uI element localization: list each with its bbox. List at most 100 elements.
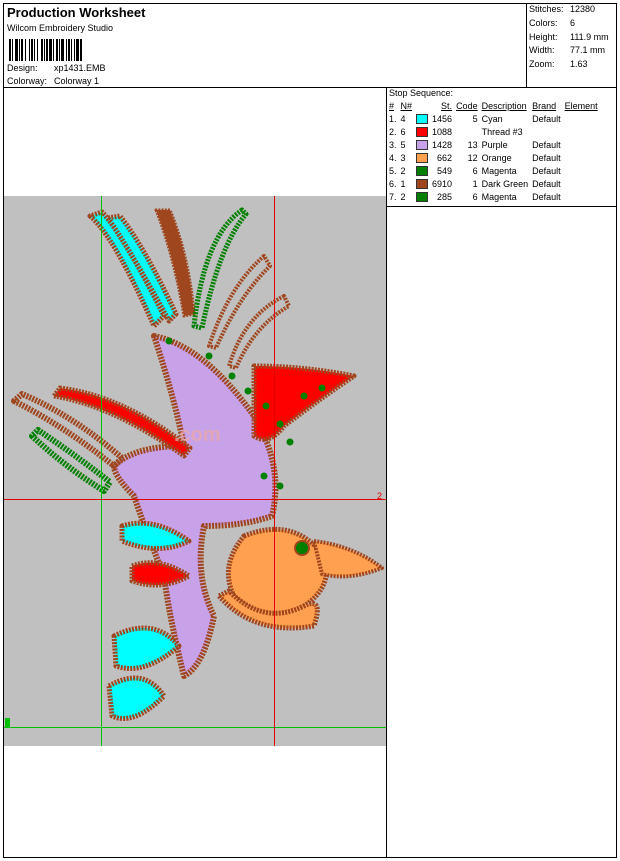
col-index: # <box>389 101 395 111</box>
stat-stitches: Stitches: 12380 <box>529 4 596 14</box>
row-element <box>563 151 600 164</box>
color-swatch <box>414 151 430 164</box>
row-stitches: 285 <box>437 191 453 202</box>
row-index: 4. <box>389 152 397 163</box>
row-code: 6 <box>472 191 478 202</box>
colorway-value: Colorway 1 <box>54 76 100 86</box>
table-row: 4. 3 662 12 Orange Default <box>387 151 600 164</box>
table-row: 6. 1 6910 1 Dark Green Default <box>387 177 600 190</box>
colorway-row: Colorway: Colorway 1 <box>7 76 99 86</box>
green-guide-horizontal <box>4 727 386 728</box>
row-description: Dark Green <box>481 178 529 189</box>
row-description: Thread #3 <box>481 126 523 137</box>
row-index: 5. <box>389 165 397 176</box>
table-row: 2. 6 1088 Thread #3 <box>387 125 600 138</box>
color-swatch <box>414 112 430 125</box>
row-needle: 5 <box>400 139 406 150</box>
row-stitches: 549 <box>437 165 453 176</box>
col-element: Element <box>564 101 598 111</box>
worksheet-title: Production Worksheet <box>7 5 146 20</box>
row-needle: 1 <box>400 178 406 189</box>
row-element <box>563 112 600 125</box>
col-description: Description <box>481 101 527 111</box>
color-swatch <box>414 190 430 203</box>
table-row: 1. 4 1456 5 Cyan Default <box>387 112 600 125</box>
row-index: 1. <box>389 113 397 124</box>
red-guide-horizontal <box>4 499 386 500</box>
stop-sequence-table: # N# St. Code Description Brand Element … <box>387 100 600 203</box>
embroidery-artwork <box>11 207 384 721</box>
row-code: 5 <box>472 113 478 124</box>
thread-color-swatch <box>416 165 429 176</box>
color-swatch <box>414 177 430 190</box>
design-filename: xp1431.EMB <box>54 63 106 73</box>
row-element <box>563 164 600 177</box>
row-stitches: 1456 <box>432 113 453 124</box>
row-stitches: 662 <box>437 152 453 163</box>
design-preview: .com 2 1 <box>4 196 386 746</box>
row-index: 3. <box>389 139 397 150</box>
col-swatch <box>414 100 430 112</box>
color-swatch <box>414 164 430 177</box>
green-guide-label: 1 <box>5 718 11 728</box>
row-brand: Default <box>532 178 561 189</box>
red-guide-vertical <box>274 196 275 746</box>
row-description: Purple <box>481 139 508 150</box>
color-swatch <box>414 138 430 151</box>
stat-colors: Colors: 6 <box>529 18 576 28</box>
row-description: Orange <box>481 152 512 163</box>
row-needle: 2 <box>400 165 406 176</box>
row-brand: Default <box>532 152 561 163</box>
row-needle: 3 <box>400 152 406 163</box>
col-brand: Brand <box>532 101 557 111</box>
row-description: Magenta <box>481 191 517 202</box>
row-code: 13 <box>467 139 478 150</box>
watermark: .com <box>174 424 221 446</box>
row-code: 12 <box>467 152 478 163</box>
thread-color-swatch <box>416 178 429 189</box>
col-code: Code <box>456 101 478 111</box>
table-row: 3. 5 1428 13 Purple Default <box>387 138 600 151</box>
stop-sequence-title: Stop Sequence: <box>389 88 454 98</box>
stat-zoom: Zoom: 1.63 <box>529 59 588 69</box>
red-guide-label: 2 <box>377 491 383 501</box>
colorway-label: Colorway: <box>7 76 48 86</box>
row-element <box>563 125 600 138</box>
table-row: 7. 2 285 6 Magenta Default <box>387 190 600 203</box>
col-stitches: St. <box>441 101 453 111</box>
design-row: Design: xp1431.EMB <box>7 63 106 73</box>
row-element <box>563 177 600 190</box>
row-needle: 4 <box>400 113 406 124</box>
row-needle: 2 <box>400 191 406 202</box>
row-stitches: 1428 <box>432 139 453 150</box>
thread-color-swatch <box>416 113 429 124</box>
row-needle: 6 <box>400 126 406 137</box>
stop-sequence-panel: Stop Sequence: # N# St. Code Description… <box>387 87 617 207</box>
row-description: Magenta <box>481 165 517 176</box>
thread-color-swatch <box>416 126 429 137</box>
row-brand: Default <box>532 191 561 202</box>
thread-color-swatch <box>416 139 429 150</box>
row-brand: Default <box>532 165 561 176</box>
table-row: 5. 2 549 6 Magenta Default <box>387 164 600 177</box>
table-header-row: # N# St. Code Description Brand Element <box>387 100 600 112</box>
stat-height: Height: 111.9 mm <box>529 32 609 42</box>
row-brand: Default <box>532 113 561 124</box>
row-index: 2. <box>389 126 397 137</box>
row-description: Cyan <box>481 113 503 124</box>
design-label: Design: <box>7 63 38 73</box>
row-code: 6 <box>472 165 478 176</box>
row-element <box>563 138 600 151</box>
barcode <box>9 39 82 61</box>
row-brand <box>530 125 563 138</box>
row-stitches: 1088 <box>432 126 453 137</box>
stats-panel: Stitches: 12380 Colors: 6 Height: 111.9 mm … <box>526 3 617 88</box>
row-code <box>454 125 480 138</box>
stat-width: Width: 77.1 mm <box>529 45 606 55</box>
row-brand: Default <box>532 139 561 150</box>
color-swatch <box>414 125 430 138</box>
thread-color-swatch <box>416 191 429 202</box>
thread-color-swatch <box>416 152 429 163</box>
row-code: 1 <box>472 178 478 189</box>
row-element <box>563 190 600 203</box>
